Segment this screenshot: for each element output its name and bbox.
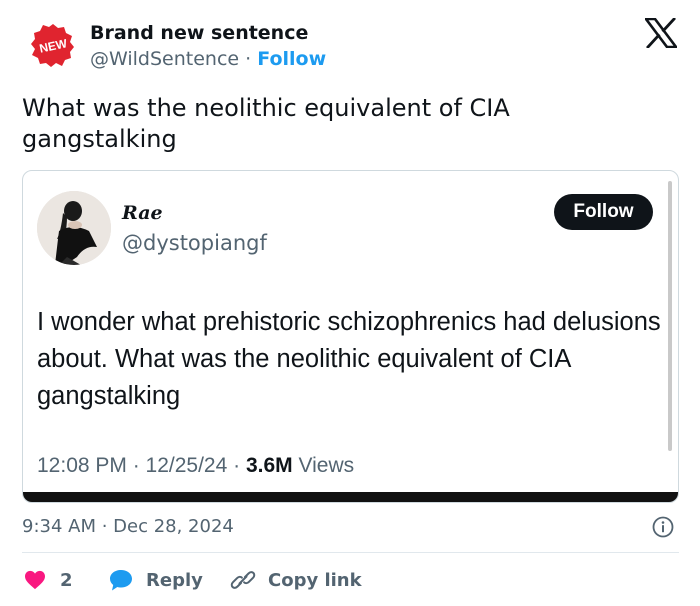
quoted-tweet-meta: 12:08 PM · 12/25/24 · 3.6M Views <box>37 454 354 478</box>
quoted-author-handle[interactable]: @dystopiangf <box>122 231 267 255</box>
views-label: Views <box>292 454 355 477</box>
card-bottom-bar <box>23 492 678 502</box>
views-count: 3.6M <box>245 454 293 477</box>
info-icon[interactable] <box>652 516 674 538</box>
avatar-image <box>37 191 111 265</box>
new-badge-icon: NEW <box>31 24 74 67</box>
reply-label: Reply <box>146 569 203 591</box>
action-bar: 2 Reply Copy link <box>22 566 682 594</box>
link-icon <box>230 571 256 589</box>
quoted-timestamp: 12:08 PM · 12/25/24 · <box>37 454 246 477</box>
author-handle[interactable]: @WildSentence <box>90 48 239 70</box>
copy-link-label: Copy link <box>268 569 362 591</box>
handle-line: @WildSentence · Follow <box>90 48 326 70</box>
follow-link[interactable]: Follow <box>257 48 326 70</box>
quoted-follow-button[interactable]: Follow <box>554 194 653 230</box>
divider <box>22 552 679 553</box>
scrollbar[interactable] <box>668 181 672 451</box>
quoted-tweet-text: I wonder what prehistoric schizophrenics… <box>37 308 661 410</box>
author-name[interactable]: Brand new sentence <box>90 22 308 44</box>
avatar[interactable] <box>37 191 111 265</box>
reply-button[interactable]: Reply <box>108 566 203 594</box>
like-count: 2 <box>60 569 73 591</box>
copy-link-button[interactable]: Copy link <box>230 566 362 594</box>
quoted-tweet-content: Rae @dystopiangf Follow I wonder what pr… <box>23 171 678 502</box>
quoted-author-name[interactable]: Rae <box>122 202 163 224</box>
like-button[interactable]: 2 <box>24 566 73 594</box>
speech-bubble-icon <box>110 570 132 591</box>
tweet-header: NEW Brand new sentence @WildSentence · F… <box>0 0 700 90</box>
tweet-text: What was the neolithic equivalent of CIA… <box>22 94 510 153</box>
quoted-tweet-card[interactable]: Rae @dystopiangf Follow I wonder what pr… <box>22 170 679 503</box>
separator: · <box>239 48 258 70</box>
tweet-timestamp[interactable]: 9:34 AM · Dec 28, 2024 <box>22 516 234 537</box>
x-logo-icon[interactable] <box>645 18 677 48</box>
heart-icon <box>25 570 45 590</box>
